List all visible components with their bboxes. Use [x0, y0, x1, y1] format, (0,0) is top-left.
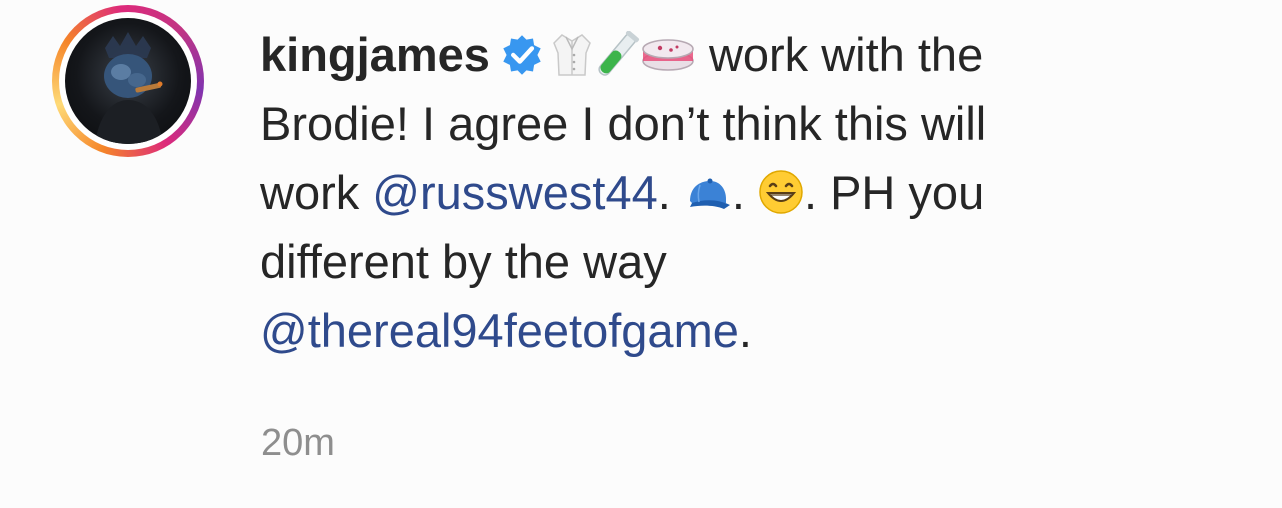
avatar-image	[95, 32, 163, 144]
comment-text-4: different by the way	[260, 235, 667, 288]
comment-text-3d: . PH you	[803, 166, 985, 219]
petri-dish-emoji	[642, 39, 694, 71]
comment-line-3: work @russwest44. . . PH you	[260, 158, 1260, 227]
avatar-border	[59, 12, 197, 150]
test-tube-emoji	[598, 31, 639, 76]
comment-text-3c: .	[731, 166, 758, 219]
comment-text-2: Brodie! I agree I don’t think this will	[260, 97, 987, 150]
story-ring[interactable]	[52, 5, 204, 157]
mention-russwest44[interactable]: @russwest44	[372, 166, 657, 219]
comment-text-1: work with the	[695, 28, 984, 81]
timestamp[interactable]: 20m	[261, 422, 335, 465]
comment-text-3b: .	[657, 166, 684, 219]
comment: kingjames work with the Brodie! I agree	[0, 0, 1282, 508]
comment-text-3a: work	[260, 166, 373, 219]
grinning-face-emoji	[759, 170, 803, 214]
username-link[interactable]: kingjames	[260, 28, 490, 81]
mention-thereal94feetofgame[interactable]: @thereal94feetofgame	[260, 304, 739, 357]
comment-line-4: different by the way	[260, 227, 1260, 296]
comment-line-2: Brodie! I agree I don’t think this will	[260, 89, 1260, 158]
avatar[interactable]	[65, 18, 191, 144]
verified-badge-icon	[503, 35, 541, 75]
lab-coat-emoji	[553, 34, 591, 76]
comment-text-5: .	[738, 304, 752, 357]
comment-body: kingjames work with the Brodie! I agree	[260, 20, 1260, 365]
billed-cap-emoji	[689, 178, 730, 209]
comment-line-5: @thereal94feetofgame.	[260, 296, 1260, 365]
comment-line-1: kingjames work with the	[260, 20, 1260, 89]
